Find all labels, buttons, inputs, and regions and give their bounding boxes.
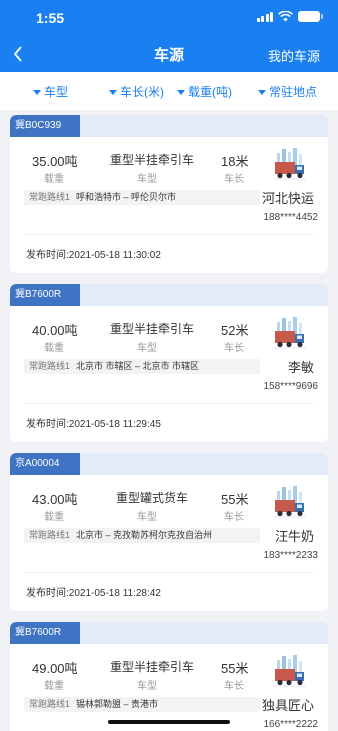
plate-number: 冀B0C939 bbox=[10, 115, 80, 137]
vehicle-length: 55米 bbox=[221, 492, 249, 507]
divider bbox=[24, 403, 314, 404]
filter-load-weight[interactable]: 载重(吨) bbox=[177, 83, 232, 100]
vehicle-type: 重型半挂牵引车 bbox=[110, 660, 195, 674]
load-weight-label: 载重 bbox=[44, 174, 64, 185]
load-weight: 40.00吨 bbox=[32, 323, 78, 338]
divider bbox=[24, 572, 314, 573]
vehicle-length-label: 车长 bbox=[224, 681, 244, 692]
publish-time: 发布时间:2021-05-18 11:29:45 bbox=[26, 415, 161, 430]
status-icons bbox=[256, 11, 323, 22]
owner-name: 独具匠心 bbox=[261, 698, 314, 713]
owner-name: 李敏 bbox=[287, 360, 314, 375]
home-indicator[interactable] bbox=[108, 720, 230, 724]
publish-time-label: 发布时间: bbox=[26, 588, 69, 599]
truck-image bbox=[272, 147, 308, 183]
plate-banner bbox=[80, 453, 328, 475]
filter-label: 常驻地点 bbox=[269, 85, 318, 99]
load-weight-label: 载重 bbox=[44, 681, 64, 692]
dropdown-triangle-icon bbox=[177, 89, 185, 95]
wifi-icon bbox=[278, 11, 293, 22]
publish-time-value: 2021-05-18 11:28:42 bbox=[68, 588, 161, 599]
publish-time-value: 2021-05-18 11:30:02 bbox=[68, 250, 161, 261]
vehicle-type: 重型罐式货车 bbox=[116, 491, 189, 505]
vehicle-length-label: 车长 bbox=[224, 174, 244, 185]
signal-icon bbox=[256, 11, 273, 22]
plate-banner bbox=[80, 115, 328, 137]
vehicle-card[interactable]: 冀B0C939 35.00吨 载重 重型半挂牵引车 车型 18米 车长 常跑路线… bbox=[10, 115, 328, 273]
owner-phone[interactable]: 188****4452 bbox=[264, 212, 319, 223]
vehicle-length: 52米 bbox=[221, 323, 249, 338]
vehicle-length-label: 车长 bbox=[224, 512, 244, 523]
filter-location[interactable]: 常驻地点 bbox=[258, 83, 317, 100]
publish-time: 发布时间:2021-05-18 11:28:42 bbox=[26, 584, 161, 599]
publish-time-value: 2021-05-18 11:29:45 bbox=[68, 419, 161, 430]
publish-time-label: 发布时间: bbox=[26, 250, 69, 261]
vehicle-length-label: 车长 bbox=[224, 343, 244, 354]
owner-phone[interactable]: 158****9696 bbox=[264, 381, 319, 392]
filter-label: 载重(吨) bbox=[188, 85, 232, 99]
vehicle-type-label: 车型 bbox=[137, 174, 157, 185]
load-weight: 35.00吨 bbox=[32, 154, 78, 169]
publish-time: 发布时间:2021-05-18 11:30:02 bbox=[26, 246, 161, 261]
owner-name: 汪牛奶 bbox=[274, 529, 314, 544]
truck-image bbox=[272, 654, 308, 690]
route-label: 常跑路线1 bbox=[29, 361, 71, 371]
load-weight-label: 载重 bbox=[44, 512, 64, 523]
owner-phone[interactable]: 183****2233 bbox=[264, 550, 319, 561]
route: 常跑路线1 北京市 – 克孜勒苏柯尔克孜自治州 bbox=[24, 528, 260, 543]
plate-banner bbox=[80, 622, 328, 644]
vehicle-card[interactable]: 冀B7600R 49.00吨 载重 重型半挂牵引车 车型 55米 车长 常跑路线… bbox=[10, 622, 328, 731]
vehicle-length: 55米 bbox=[221, 661, 249, 676]
vehicle-card[interactable]: 冀B7600R 40.00吨 载重 重型半挂牵引车 车型 52米 车长 常跑路线… bbox=[10, 284, 328, 442]
route: 常跑路线1 呼和浩特市 – 呼伦贝尔市 bbox=[24, 190, 260, 205]
dropdown-triangle-icon bbox=[258, 89, 266, 95]
my-vehicles-link[interactable]: 我的车源 bbox=[268, 46, 320, 65]
dropdown-triangle-icon bbox=[33, 89, 41, 95]
plate-number: 冀B7600R bbox=[10, 622, 80, 644]
route-value: 呼和浩特市 – 呼伦贝尔市 bbox=[76, 192, 177, 202]
load-weight-label: 载重 bbox=[44, 343, 64, 354]
filter-vehicle-type[interactable]: 车型 bbox=[33, 83, 68, 100]
vehicle-type: 重型半挂牵引车 bbox=[110, 153, 195, 167]
vehicle-card[interactable]: 京A00004 43.00吨 载重 重型罐式货车 车型 55米 车长 常跑路线1… bbox=[10, 453, 328, 611]
plate-banner bbox=[80, 284, 328, 306]
status-time: 1:55 bbox=[36, 10, 65, 26]
publish-time-label: 发布时间: bbox=[26, 419, 69, 430]
truck-image bbox=[272, 485, 308, 521]
load-weight: 43.00吨 bbox=[32, 492, 78, 507]
filter-vehicle-length[interactable]: 车长(米) bbox=[109, 83, 164, 100]
route-value: 北京市 市辖区 – 北京市 市辖区 bbox=[76, 361, 200, 371]
route: 常跑路线1 北京市 市辖区 – 北京市 市辖区 bbox=[24, 359, 260, 374]
route: 常跑路线1 锡林郭勒盟 – 贵港市 bbox=[24, 697, 260, 712]
route-value: 锡林郭勒盟 – 贵港市 bbox=[76, 699, 159, 709]
route-label: 常跑路线1 bbox=[29, 192, 71, 202]
load-weight: 49.00吨 bbox=[32, 661, 78, 676]
battery-icon bbox=[298, 11, 323, 22]
filter-label: 车长(米) bbox=[120, 85, 164, 99]
filter-label: 车型 bbox=[44, 85, 69, 99]
owner-phone[interactable]: 166****2222 bbox=[264, 719, 319, 730]
vehicle-length: 18米 bbox=[221, 154, 249, 169]
route-label: 常跑路线1 bbox=[29, 530, 71, 540]
filter-bar: 车型 车长(米) 载重(吨) 常驻地点 bbox=[0, 72, 338, 110]
route-label: 常跑路线1 bbox=[29, 699, 71, 709]
nav-header: 1:55 车源 我的车源 bbox=[0, 0, 338, 72]
truck-image bbox=[272, 316, 308, 352]
vehicle-type: 重型半挂牵引车 bbox=[110, 322, 195, 336]
plate-number: 冀B7600R bbox=[10, 284, 80, 306]
dropdown-triangle-icon bbox=[109, 89, 117, 95]
plate-number: 京A00004 bbox=[10, 453, 80, 475]
divider bbox=[24, 234, 314, 235]
owner-name: 河北快运 bbox=[261, 191, 314, 206]
vehicle-type-label: 车型 bbox=[137, 343, 157, 354]
vehicle-type-label: 车型 bbox=[137, 512, 157, 523]
route-value: 北京市 – 克孜勒苏柯尔克孜自治州 bbox=[76, 530, 213, 540]
vehicle-type-label: 车型 bbox=[137, 681, 157, 692]
